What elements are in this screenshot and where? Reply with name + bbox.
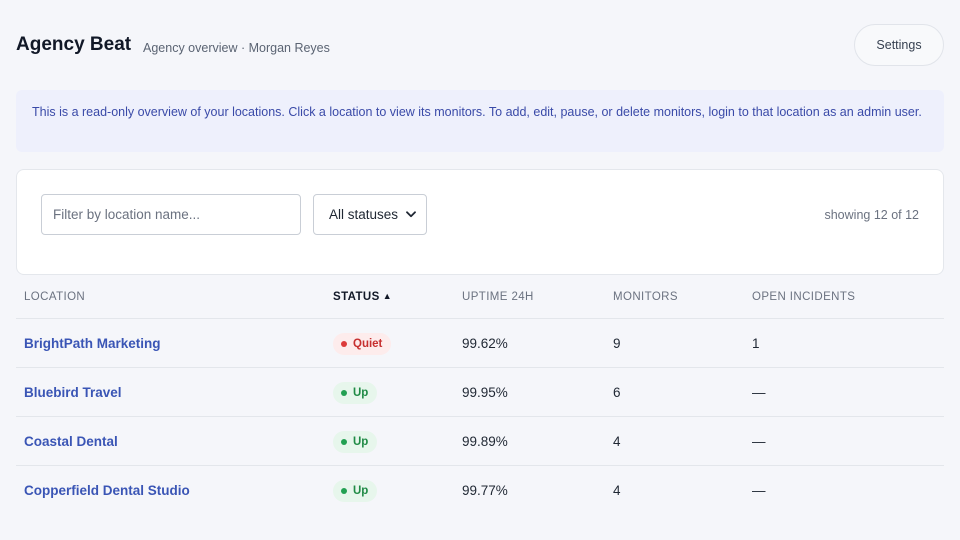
- uptime-value: 99.77%: [462, 483, 508, 498]
- uptime-value: 99.89%: [462, 434, 508, 449]
- status-badge: Up: [333, 431, 378, 453]
- monitors-count: 4: [613, 434, 621, 449]
- open-incidents-count: —: [752, 385, 766, 400]
- column-header-monitors[interactable]: MONITORS: [613, 291, 678, 303]
- column-header-uptime[interactable]: UPTIME 24H: [462, 291, 534, 303]
- app-title: Agency Beat: [16, 34, 132, 55]
- showing-count: showing 12 of 12: [824, 208, 919, 222]
- status-badge-label: Up: [353, 436, 369, 448]
- status-badge-label: Up: [353, 387, 369, 399]
- location-link[interactable]: Coastal Dental: [24, 434, 118, 449]
- top-bar: Agency Beat Agency overview · Morgan Rey…: [16, 24, 944, 66]
- status-dot-icon: [341, 439, 347, 445]
- table-row[interactable]: Coastal Dental Up 99.89% 4 —: [16, 417, 944, 466]
- status-badge-label: Up: [353, 485, 369, 497]
- monitors-count: 9: [613, 336, 621, 351]
- location-link[interactable]: Copperfield Dental Studio: [24, 483, 190, 498]
- table-row[interactable]: BrightPath Marketing Quiet 99.62% 9 1: [16, 319, 944, 368]
- location-link[interactable]: BrightPath Marketing: [24, 336, 161, 351]
- status-filter-value: All statuses: [329, 207, 399, 222]
- column-header-status-label: STATUS: [333, 291, 380, 303]
- open-incidents-count: —: [752, 434, 766, 449]
- status-dot-icon: [341, 390, 347, 396]
- uptime-value: 99.95%: [462, 385, 508, 400]
- sort-ascending-icon: ▲: [382, 291, 393, 301]
- status-badge-label: Quiet: [353, 338, 383, 350]
- filter-card: All statuses showing 12 of 12: [16, 169, 944, 275]
- uptime-value: 99.62%: [462, 336, 508, 351]
- app-subtitle: Agency overview · Morgan Reyes: [143, 41, 330, 55]
- location-filter-input[interactable]: [41, 194, 301, 235]
- location-link[interactable]: Bluebird Travel: [24, 385, 122, 400]
- table-header: LOCATION STATUS ▲ UPTIME 24H MONITORS OPE…: [16, 275, 944, 319]
- status-dot-icon: [341, 488, 347, 494]
- open-incidents-count: —: [752, 483, 766, 498]
- column-header-open-incidents[interactable]: OPEN INCIDENTS: [752, 291, 855, 303]
- open-incidents-count: 1: [752, 336, 760, 351]
- chevron-down-icon: [406, 211, 416, 218]
- table-row[interactable]: Bluebird Travel Up 99.95% 6 —: [16, 368, 944, 417]
- status-badge: Quiet: [333, 333, 392, 355]
- status-filter-select[interactable]: All statuses: [313, 194, 427, 235]
- status-badge: Up: [333, 480, 378, 502]
- settings-button[interactable]: Settings: [854, 24, 944, 66]
- read-only-notice: This is a read-only overview of your loc…: [16, 90, 944, 152]
- column-header-location[interactable]: LOCATION: [24, 291, 85, 303]
- column-header-status[interactable]: STATUS ▲: [333, 291, 392, 303]
- locations-table: LOCATION STATUS ▲ UPTIME 24H MONITORS OPE…: [16, 275, 944, 515]
- table-row[interactable]: Copperfield Dental Studio Up 99.77% 4 —: [16, 466, 944, 515]
- monitors-count: 4: [613, 483, 621, 498]
- status-badge: Up: [333, 382, 378, 404]
- monitors-count: 6: [613, 385, 621, 400]
- status-dot-icon: [341, 341, 347, 347]
